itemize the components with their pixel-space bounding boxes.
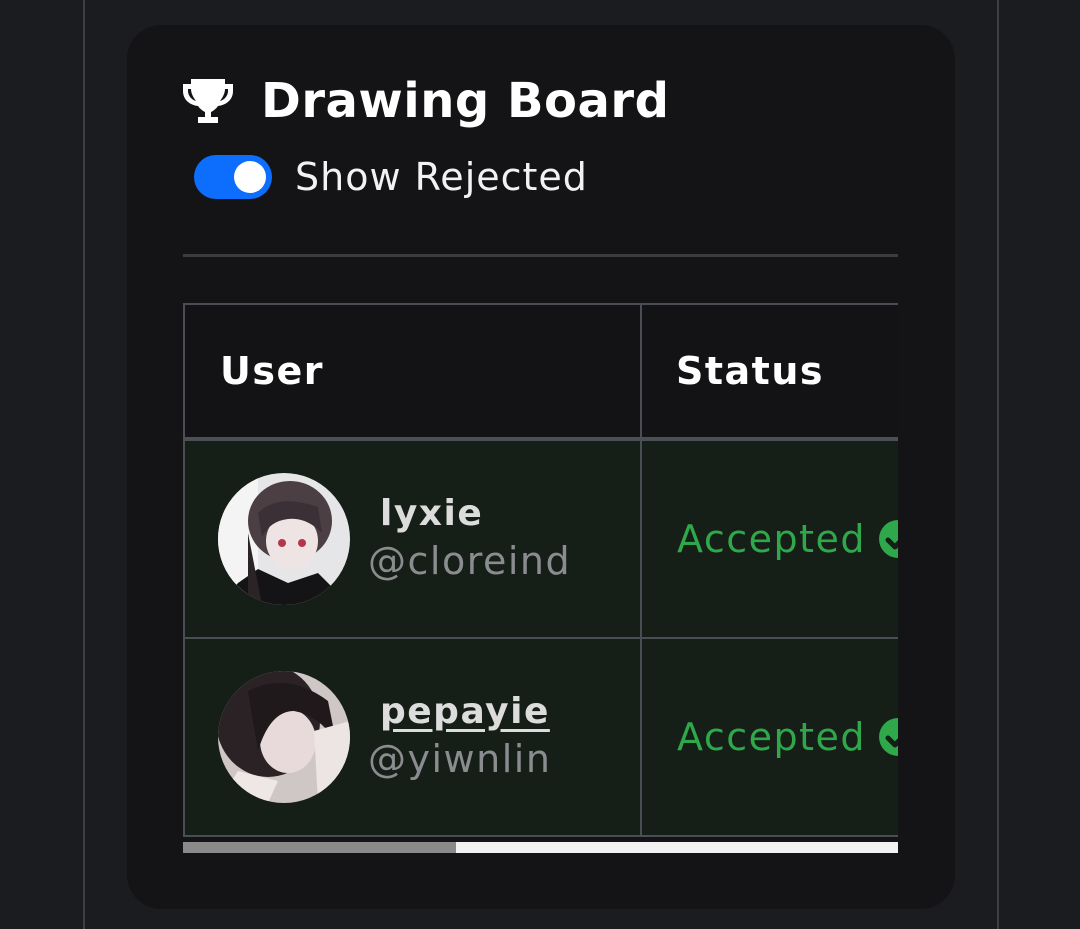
table-header-row: User Status: [183, 303, 898, 441]
status-text: Accepted: [677, 715, 867, 759]
check-circle-icon: [879, 718, 898, 756]
page-border-right: [997, 0, 999, 929]
submissions-table: User Status lyxie @cloreind Accepted pep…: [183, 303, 898, 837]
avatar: [218, 671, 350, 803]
user-handle: @cloreind: [368, 539, 572, 583]
status-cell: Accepted: [640, 637, 898, 837]
user-cell: lyxie @cloreind: [183, 438, 642, 639]
status-cell: Accepted: [640, 438, 898, 639]
card-header: Drawing Board: [181, 73, 669, 129]
table-row: lyxie @cloreind Accepted: [183, 438, 898, 639]
page-border-left: [83, 0, 85, 929]
horizontal-scrollbar[interactable]: [183, 842, 898, 853]
user-cell: pepayie @yiwnlin: [183, 637, 642, 837]
status-text: Accepted: [677, 517, 867, 561]
column-header-user: User: [183, 303, 642, 441]
user-display-name: lyxie: [380, 493, 484, 534]
show-rejected-label: Show Rejected: [295, 155, 588, 199]
toggle-knob: [234, 161, 266, 193]
divider: [183, 254, 898, 257]
trophy-icon: [183, 79, 233, 123]
page-title: Drawing Board: [261, 73, 670, 129]
user-display-name-link[interactable]: pepayie: [380, 690, 551, 734]
submissions-table-wrapper[interactable]: User Status lyxie @cloreind Accepted pep…: [183, 303, 898, 853]
table-row: pepayie @yiwnlin Accepted: [183, 637, 898, 837]
user-handle: @yiwnlin: [368, 737, 552, 781]
board-card: Drawing Board Show Rejected User Status: [127, 25, 955, 909]
check-circle-icon: [879, 520, 898, 558]
avatar: [218, 473, 350, 605]
scrollbar-thumb[interactable]: [183, 842, 456, 853]
column-header-status: Status: [640, 303, 898, 441]
show-rejected-toggle-row: Show Rejected: [194, 155, 588, 199]
show-rejected-toggle[interactable]: [194, 155, 272, 199]
